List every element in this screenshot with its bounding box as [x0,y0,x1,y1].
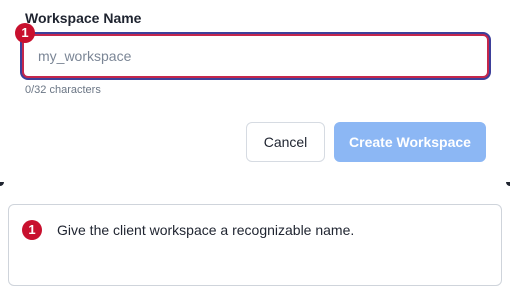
panel-corner-left [0,182,4,186]
workspace-name-input[interactable] [22,34,489,78]
create-workspace-dialog: Workspace Name 1 0/32 characters Cancel … [0,0,510,186]
create-workspace-button[interactable]: Create Workspace [334,122,486,162]
step-badge: 1 [15,23,35,43]
character-counter: 0/32 characters [25,84,101,96]
panel-corner-right [506,182,510,186]
workspace-name-label: Workspace Name [25,10,142,26]
instruction-text: Give the client workspace a recognizable… [57,222,355,238]
instruction-step-badge: 1 [22,220,42,240]
cancel-button[interactable]: Cancel [246,122,325,162]
instruction-card: 1 Give the client workspace a recognizab… [8,204,502,286]
